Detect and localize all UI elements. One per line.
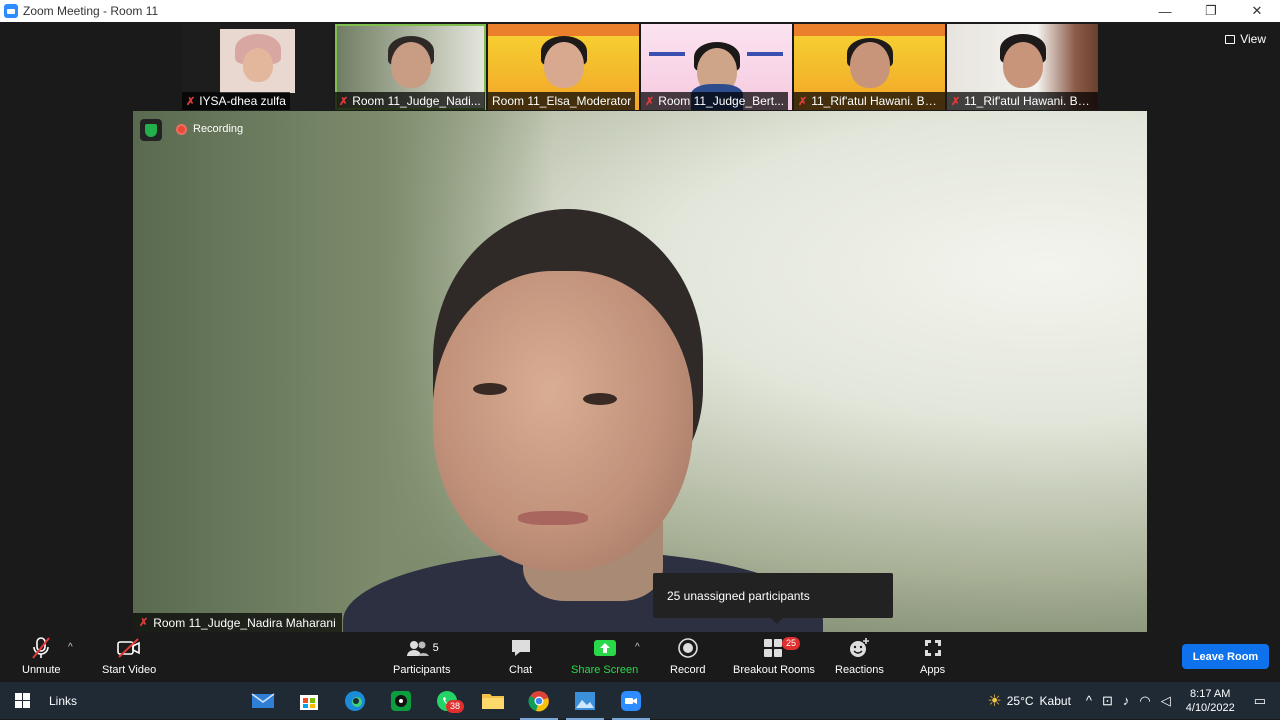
thumbnail-strip: ✗ IYSA-dhea zulfa ✗ Room 11_Judge_Nadi... … [182, 24, 1100, 110]
participant-tile[interactable]: Room 11_Elsa_Moderator [488, 24, 639, 110]
participant-name: Room 11_Elsa_Moderator [492, 94, 632, 108]
weather-sun-icon: ☀ [987, 692, 1002, 710]
participants-label: Participants [393, 664, 451, 676]
chat-label: Chat [509, 664, 533, 676]
chat-icon [510, 636, 532, 660]
clock-time: 8:17 AM [1190, 687, 1231, 700]
video-off-icon [116, 636, 142, 660]
grid-view-icon [1225, 34, 1236, 44]
windows-logo-icon [14, 693, 30, 708]
share-screen-label: Share Screen [571, 664, 639, 676]
participants-icon: 5 [405, 636, 439, 660]
record-button[interactable]: Record [670, 636, 705, 676]
participant-tile[interactable]: ✗ 11_Rif'atul Hawani. B_... [794, 24, 945, 110]
wifi-icon[interactable]: ◠ [1139, 693, 1150, 709]
store-app-icon[interactable] [286, 686, 332, 716]
share-screen-icon [592, 636, 618, 660]
weather-desc[interactable]: Kabut [1040, 694, 1071, 708]
mic-muted-icon: ✗ [186, 95, 196, 108]
participant-tile[interactable]: ✗ Room 11_Judge_Bert... [641, 24, 792, 110]
file-explorer-icon[interactable] [470, 686, 516, 716]
mail-app-icon[interactable] [240, 686, 286, 716]
recording-dot-icon [176, 123, 187, 135]
unmute-label: Unmute [22, 664, 61, 676]
mic-off-icon [30, 636, 52, 660]
mic-muted-icon: ✗ [645, 95, 655, 108]
unmute-button[interactable]: Unmute [22, 636, 61, 676]
mic-muted-icon: ✗ [339, 95, 349, 108]
minimize-button[interactable]: — [1142, 0, 1188, 22]
music-app-icon[interactable] [378, 686, 424, 716]
view-button[interactable]: View [1225, 32, 1266, 46]
whatsapp-icon[interactable]: 38 [424, 686, 470, 716]
view-label: View [1240, 32, 1266, 46]
participant-tile[interactable]: ✗ 11_Rif'atul Hawani. B_... [947, 24, 1098, 110]
participant-name: Room 11_Judge_Bert... [658, 94, 785, 108]
reactions-button[interactable]: Reactions [835, 636, 884, 676]
active-speaker-video [133, 111, 1147, 632]
chevron-up-icon[interactable]: ^ [1086, 693, 1092, 708]
windows-taskbar: Links 38 ☀ 25°C Kabut ^ ⊡ ♪ ◠ ◁ 8:17 AM … [0, 682, 1280, 720]
leave-room-button[interactable]: Leave Room [1182, 644, 1269, 669]
audio-options-caret[interactable]: ^ [68, 642, 73, 653]
zoom-taskbar-icon[interactable] [608, 686, 654, 720]
start-video-label: Start Video [102, 664, 157, 676]
meeting-area: ✗ IYSA-dhea zulfa ✗ Room 11_Judge_Nadi... … [0, 22, 1280, 632]
system-tray: ☀ 25°C Kabut ^ ⊡ ♪ ◠ ◁ 8:17 AM 4/10/2022… [982, 682, 1280, 719]
microphone-icon[interactable]: ♪ [1123, 693, 1130, 708]
weather-temp[interactable]: 25°C [1007, 694, 1034, 708]
clock-date: 4/10/2022 [1185, 701, 1235, 714]
participant-tile[interactable]: ✗ Room 11_Judge_Nadi... [335, 24, 486, 110]
record-label: Record [670, 664, 706, 676]
security-shield-icon[interactable] [140, 119, 162, 141]
participants-button[interactable]: 5 Participants [393, 636, 450, 676]
apps-icon [921, 636, 945, 660]
zoom-app-icon [4, 4, 18, 18]
breakout-count-badge: 25 [781, 637, 800, 650]
mic-muted-icon: ✗ [951, 95, 961, 108]
meeting-toolbar: Unmute ^ Start Video 5 Participants Chat… [0, 632, 1280, 682]
close-button[interactable]: ✕ [1234, 0, 1280, 22]
participant-name: 11_Rif'atul Hawani. B_... [811, 94, 941, 108]
mic-muted-icon: ✗ [798, 95, 808, 108]
participant-name: Room 11_Judge_Nadi... [352, 94, 481, 108]
mic-muted-icon: ✗ [139, 617, 149, 629]
speaker-name: Room 11_Judge_Nadira Maharani [153, 615, 336, 630]
speaker-name-tag: ✗ Room 11_Judge_Nadira Maharani [133, 613, 342, 632]
window-title: Zoom Meeting - Room 11 [23, 4, 159, 18]
notification-icon[interactable]: ▭ [1254, 693, 1266, 709]
breakout-rooms-label: Breakout Rooms [733, 664, 815, 676]
participant-name: 11_Rif'atul Hawani. B_... [964, 94, 1094, 108]
reactions-label: Reactions [835, 664, 884, 676]
chrome-browser-icon[interactable] [516, 686, 562, 720]
chat-button[interactable]: Chat [509, 636, 532, 676]
breakout-rooms-icon: 25 [762, 636, 800, 660]
recording-indicator[interactable]: Recording [176, 123, 243, 135]
window-titlebar: Zoom Meeting - Room 11 — ❐ ✕ [0, 0, 1280, 22]
meet-now-icon[interactable]: ⊡ [1102, 693, 1113, 709]
start-video-button[interactable]: Start Video [102, 636, 156, 676]
whatsapp-badge: 38 [446, 700, 465, 713]
reactions-smile-icon [847, 636, 871, 660]
breakout-tooltip: 25 unassigned participants [653, 573, 893, 624]
recording-label: Recording [193, 123, 244, 135]
start-button[interactable] [0, 682, 44, 719]
photos-app-icon[interactable] [562, 686, 608, 720]
participant-tile[interactable]: ✗ IYSA-dhea zulfa [182, 24, 333, 110]
apps-label: Apps [920, 664, 946, 676]
speaker-volume-icon[interactable]: ◁ [1161, 693, 1171, 709]
breakout-rooms-button[interactable]: 25 Breakout Rooms [733, 636, 815, 676]
participants-count: 5 [432, 642, 439, 654]
share-options-caret[interactable]: ^ [635, 642, 640, 653]
edge-browser-icon[interactable] [332, 686, 378, 716]
record-icon [676, 636, 700, 660]
share-screen-button[interactable]: Share Screen [571, 636, 638, 676]
restore-button[interactable]: ❐ [1188, 0, 1234, 22]
links-toolbar[interactable]: Links [49, 694, 77, 708]
apps-button[interactable]: Apps [920, 636, 945, 676]
participant-name: IYSA-dhea zulfa [199, 94, 286, 108]
taskbar-clock[interactable]: 8:17 AM 4/10/2022 [1186, 687, 1235, 715]
